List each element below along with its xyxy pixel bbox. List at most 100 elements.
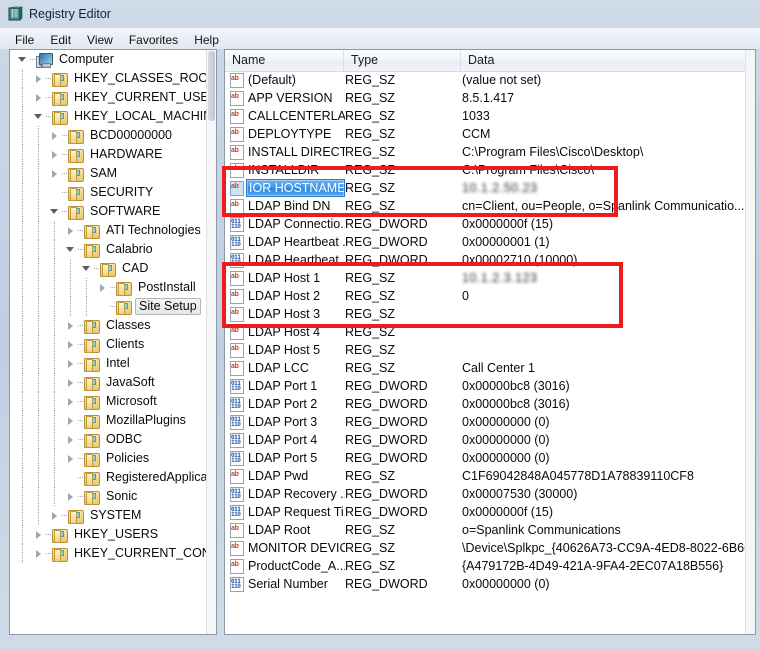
table-row[interactable]: 011 110 LDAP Port 3 REG_DWORD 0x00000000 (0): [225, 413, 753, 431]
chevron-down-icon[interactable]: [48, 202, 61, 221]
tree-item-registeredapplications[interactable]: RegisteredApplications: [10, 468, 206, 487]
tree-item-microsoft[interactable]: Microsoft: [10, 392, 206, 411]
tree-item-hardware[interactable]: HARDWARE: [10, 145, 206, 164]
table-row[interactable]: 011 110 LDAP Port 2 REG_DWORD 0x00000bc8 (30…: [225, 395, 753, 413]
tree-item-calabrio[interactable]: Calabrio: [10, 240, 206, 259]
table-row[interactable]: 011 110 LDAP Request Ti... REG_DWORD 0x00000…: [225, 503, 753, 521]
table-row[interactable]: ab LDAP Root REG_SZ o=Spanlink Communicatio…: [225, 521, 753, 539]
value-name-cell[interactable]: 011 110 LDAP Heartbeat ...: [225, 252, 345, 268]
tree-item-bcd00000000[interactable]: BCD00000000: [10, 126, 206, 145]
chevron-right-icon[interactable]: [32, 88, 45, 107]
chevron-down-icon[interactable]: [64, 240, 77, 259]
value-name-cell[interactable]: 011 110 LDAP Port 2: [225, 396, 345, 412]
value-name-cell[interactable]: ab LDAP LCC: [225, 360, 345, 376]
tree-scrollbar-thumb[interactable]: [208, 51, 215, 121]
tree-item-sonic[interactable]: Sonic: [10, 487, 206, 506]
table-row[interactable]: ab MONITOR DEVICEREG_SZ \Device\Splkpc_{40…: [225, 539, 753, 557]
table-row[interactable]: ab LDAP LCC REG_SZ Call Center 1: [225, 359, 753, 377]
table-row[interactable]: ab IOR HOSTNAME REG_SZ 10.1.2.50.23: [225, 179, 753, 197]
table-row[interactable]: ab LDAP Host 5 REG_SZ: [225, 341, 753, 359]
menu-view[interactable]: View: [79, 31, 121, 49]
value-name-cell[interactable]: ab ProductCode_A...: [225, 558, 345, 574]
table-row[interactable]: 011 110 LDAP Heartbeat ... REG_DWORD 0x00002…: [225, 251, 753, 269]
value-name-cell[interactable]: 011 110 LDAP Connectio...: [225, 216, 345, 232]
menu-edit[interactable]: Edit: [42, 31, 79, 49]
chevron-right-icon[interactable]: [64, 354, 77, 373]
tree-item-ati-technologies[interactable]: ATI Technologies: [10, 221, 206, 240]
value-name-cell[interactable]: ab (Default): [225, 72, 345, 88]
table-row[interactable]: 011 110 LDAP Recovery ... REG_DWORD 0x000075…: [225, 485, 753, 503]
chevron-right-icon[interactable]: [64, 430, 77, 449]
tree-item-policies[interactable]: Policies: [10, 449, 206, 468]
tree-item-hkey-local-machine[interactable]: HKEY_LOCAL_MACHINE: [10, 107, 206, 126]
table-row[interactable]: ab CALLCENTERLA...REG_SZ 1033: [225, 107, 753, 125]
chevron-right-icon[interactable]: [64, 411, 77, 430]
value-name-cell[interactable]: 011 110 LDAP Heartbeat ...: [225, 234, 345, 250]
value-name-cell[interactable]: ab IOR HOSTNAME: [225, 179, 345, 197]
value-name-cell[interactable]: ab APP VERSION: [225, 90, 345, 106]
chevron-right-icon[interactable]: [64, 335, 77, 354]
value-name-cell[interactable]: ab LDAP Host 4: [225, 324, 345, 340]
tree-item-odbc[interactable]: ODBC: [10, 430, 206, 449]
chevron-down-icon[interactable]: [80, 259, 93, 278]
tree-item-cad[interactable]: CAD: [10, 259, 206, 278]
value-name-cell[interactable]: ab INSTALL DIRECT...: [225, 144, 345, 160]
tree-item-hkey-classes-root[interactable]: HKEY_CLASSES_ROOT: [10, 69, 206, 88]
table-row[interactable]: 011 110 LDAP Connectio... REG_DWORD 0x000000…: [225, 215, 753, 233]
value-name-cell[interactable]: ab LDAP Pwd: [225, 468, 345, 484]
tree-item-javasoft[interactable]: JavaSoft: [10, 373, 206, 392]
tree-vertical-scrollbar[interactable]: [206, 50, 216, 634]
table-row[interactable]: 011 110 LDAP Port 1 REG_DWORD 0x00000bc8 (30…: [225, 377, 753, 395]
table-row[interactable]: 011 110 Serial Number REG_DWORD 0x00000000 (…: [225, 575, 753, 593]
list-vertical-scrollbar[interactable]: [745, 50, 755, 634]
tree-item-computer[interactable]: Computer: [10, 50, 206, 69]
table-row[interactable]: 011 110 LDAP Port 5 REG_DWORD 0x00000000 (0): [225, 449, 753, 467]
tree-item-software[interactable]: SOFTWARE: [10, 202, 206, 221]
column-header-data[interactable]: Data: [461, 50, 753, 71]
table-row[interactable]: ab ProductCode_A... REG_SZ {A479172B-4D49-4…: [225, 557, 753, 575]
table-row[interactable]: 011 110 LDAP Heartbeat ... REG_DWORD 0x00000…: [225, 233, 753, 251]
table-row[interactable]: 011 110 LDAP Port 4 REG_DWORD 0x00000000 (0): [225, 431, 753, 449]
value-name-cell[interactable]: ab LDAP Host 5: [225, 342, 345, 358]
tree-item-site-setup[interactable]: Site Setup: [10, 297, 206, 316]
tree-item-system[interactable]: SYSTEM: [10, 506, 206, 525]
table-row[interactable]: ab LDAP Host 4 REG_SZ: [225, 323, 753, 341]
tree-item-security[interactable]: SECURITY: [10, 183, 206, 202]
chevron-right-icon[interactable]: [32, 544, 45, 563]
chevron-right-icon[interactable]: [48, 126, 61, 145]
table-row[interactable]: ab APP VERSION REG_SZ 8.5.1.417: [225, 89, 753, 107]
value-name-cell[interactable]: ab LDAP Root: [225, 522, 345, 538]
table-row[interactable]: ab INSTALLDIR REG_SZ C:\Program Files\Cisco…: [225, 161, 753, 179]
table-row[interactable]: ab LDAP Bind DN REG_SZ cn=Client, ou=People…: [225, 197, 753, 215]
registry-values-list[interactable]: ab (Default) REG_SZ (value not set) ab APP VE…: [225, 71, 753, 632]
column-header-name[interactable]: Name: [225, 50, 344, 71]
tree-item-mozillaplugins[interactable]: MozillaPlugins: [10, 411, 206, 430]
chevron-down-icon[interactable]: [32, 107, 45, 126]
table-row[interactable]: ab INSTALL DIRECT...REG_SZ C:\Program File…: [225, 143, 753, 161]
chevron-right-icon[interactable]: [64, 373, 77, 392]
chevron-right-icon[interactable]: [48, 506, 61, 525]
value-name-cell[interactable]: ab LDAP Bind DN: [225, 198, 345, 214]
chevron-right-icon[interactable]: [32, 525, 45, 544]
value-name-cell[interactable]: 011 110 LDAP Port 5: [225, 450, 345, 466]
tree-item-postinstall[interactable]: PostInstall: [10, 278, 206, 297]
tree-item-sam[interactable]: SAM: [10, 164, 206, 183]
value-name-cell[interactable]: 011 110 LDAP Port 3: [225, 414, 345, 430]
chevron-right-icon[interactable]: [32, 69, 45, 88]
value-name-cell[interactable]: 011 110 LDAP Request Ti...: [225, 504, 345, 520]
value-name-cell[interactable]: ab LDAP Host 2: [225, 288, 345, 304]
value-name-cell[interactable]: 011 110 Serial Number: [225, 576, 345, 592]
chevron-right-icon[interactable]: [64, 487, 77, 506]
value-name-cell[interactable]: ab DEPLOYTYPE: [225, 126, 345, 142]
column-header-type[interactable]: Type: [344, 50, 461, 71]
value-name-cell[interactable]: ab MONITOR DEVICE: [225, 540, 345, 556]
chevron-down-icon[interactable]: [16, 50, 29, 69]
tree-item-hkey-users[interactable]: HKEY_USERS: [10, 525, 206, 544]
value-name-cell[interactable]: 011 110 LDAP Port 1: [225, 378, 345, 394]
table-row[interactable]: ab LDAP Host 3 REG_SZ: [225, 305, 753, 323]
table-row[interactable]: ab LDAP Host 2 REG_SZ 0: [225, 287, 753, 305]
table-row[interactable]: ab LDAP Host 1 REG_SZ 10.1.2.3.123: [225, 269, 753, 287]
value-name-cell[interactable]: ab INSTALLDIR: [225, 162, 345, 178]
value-name-cell[interactable]: 011 110 LDAP Port 4: [225, 432, 345, 448]
table-row[interactable]: ab (Default) REG_SZ (value not set): [225, 71, 753, 89]
